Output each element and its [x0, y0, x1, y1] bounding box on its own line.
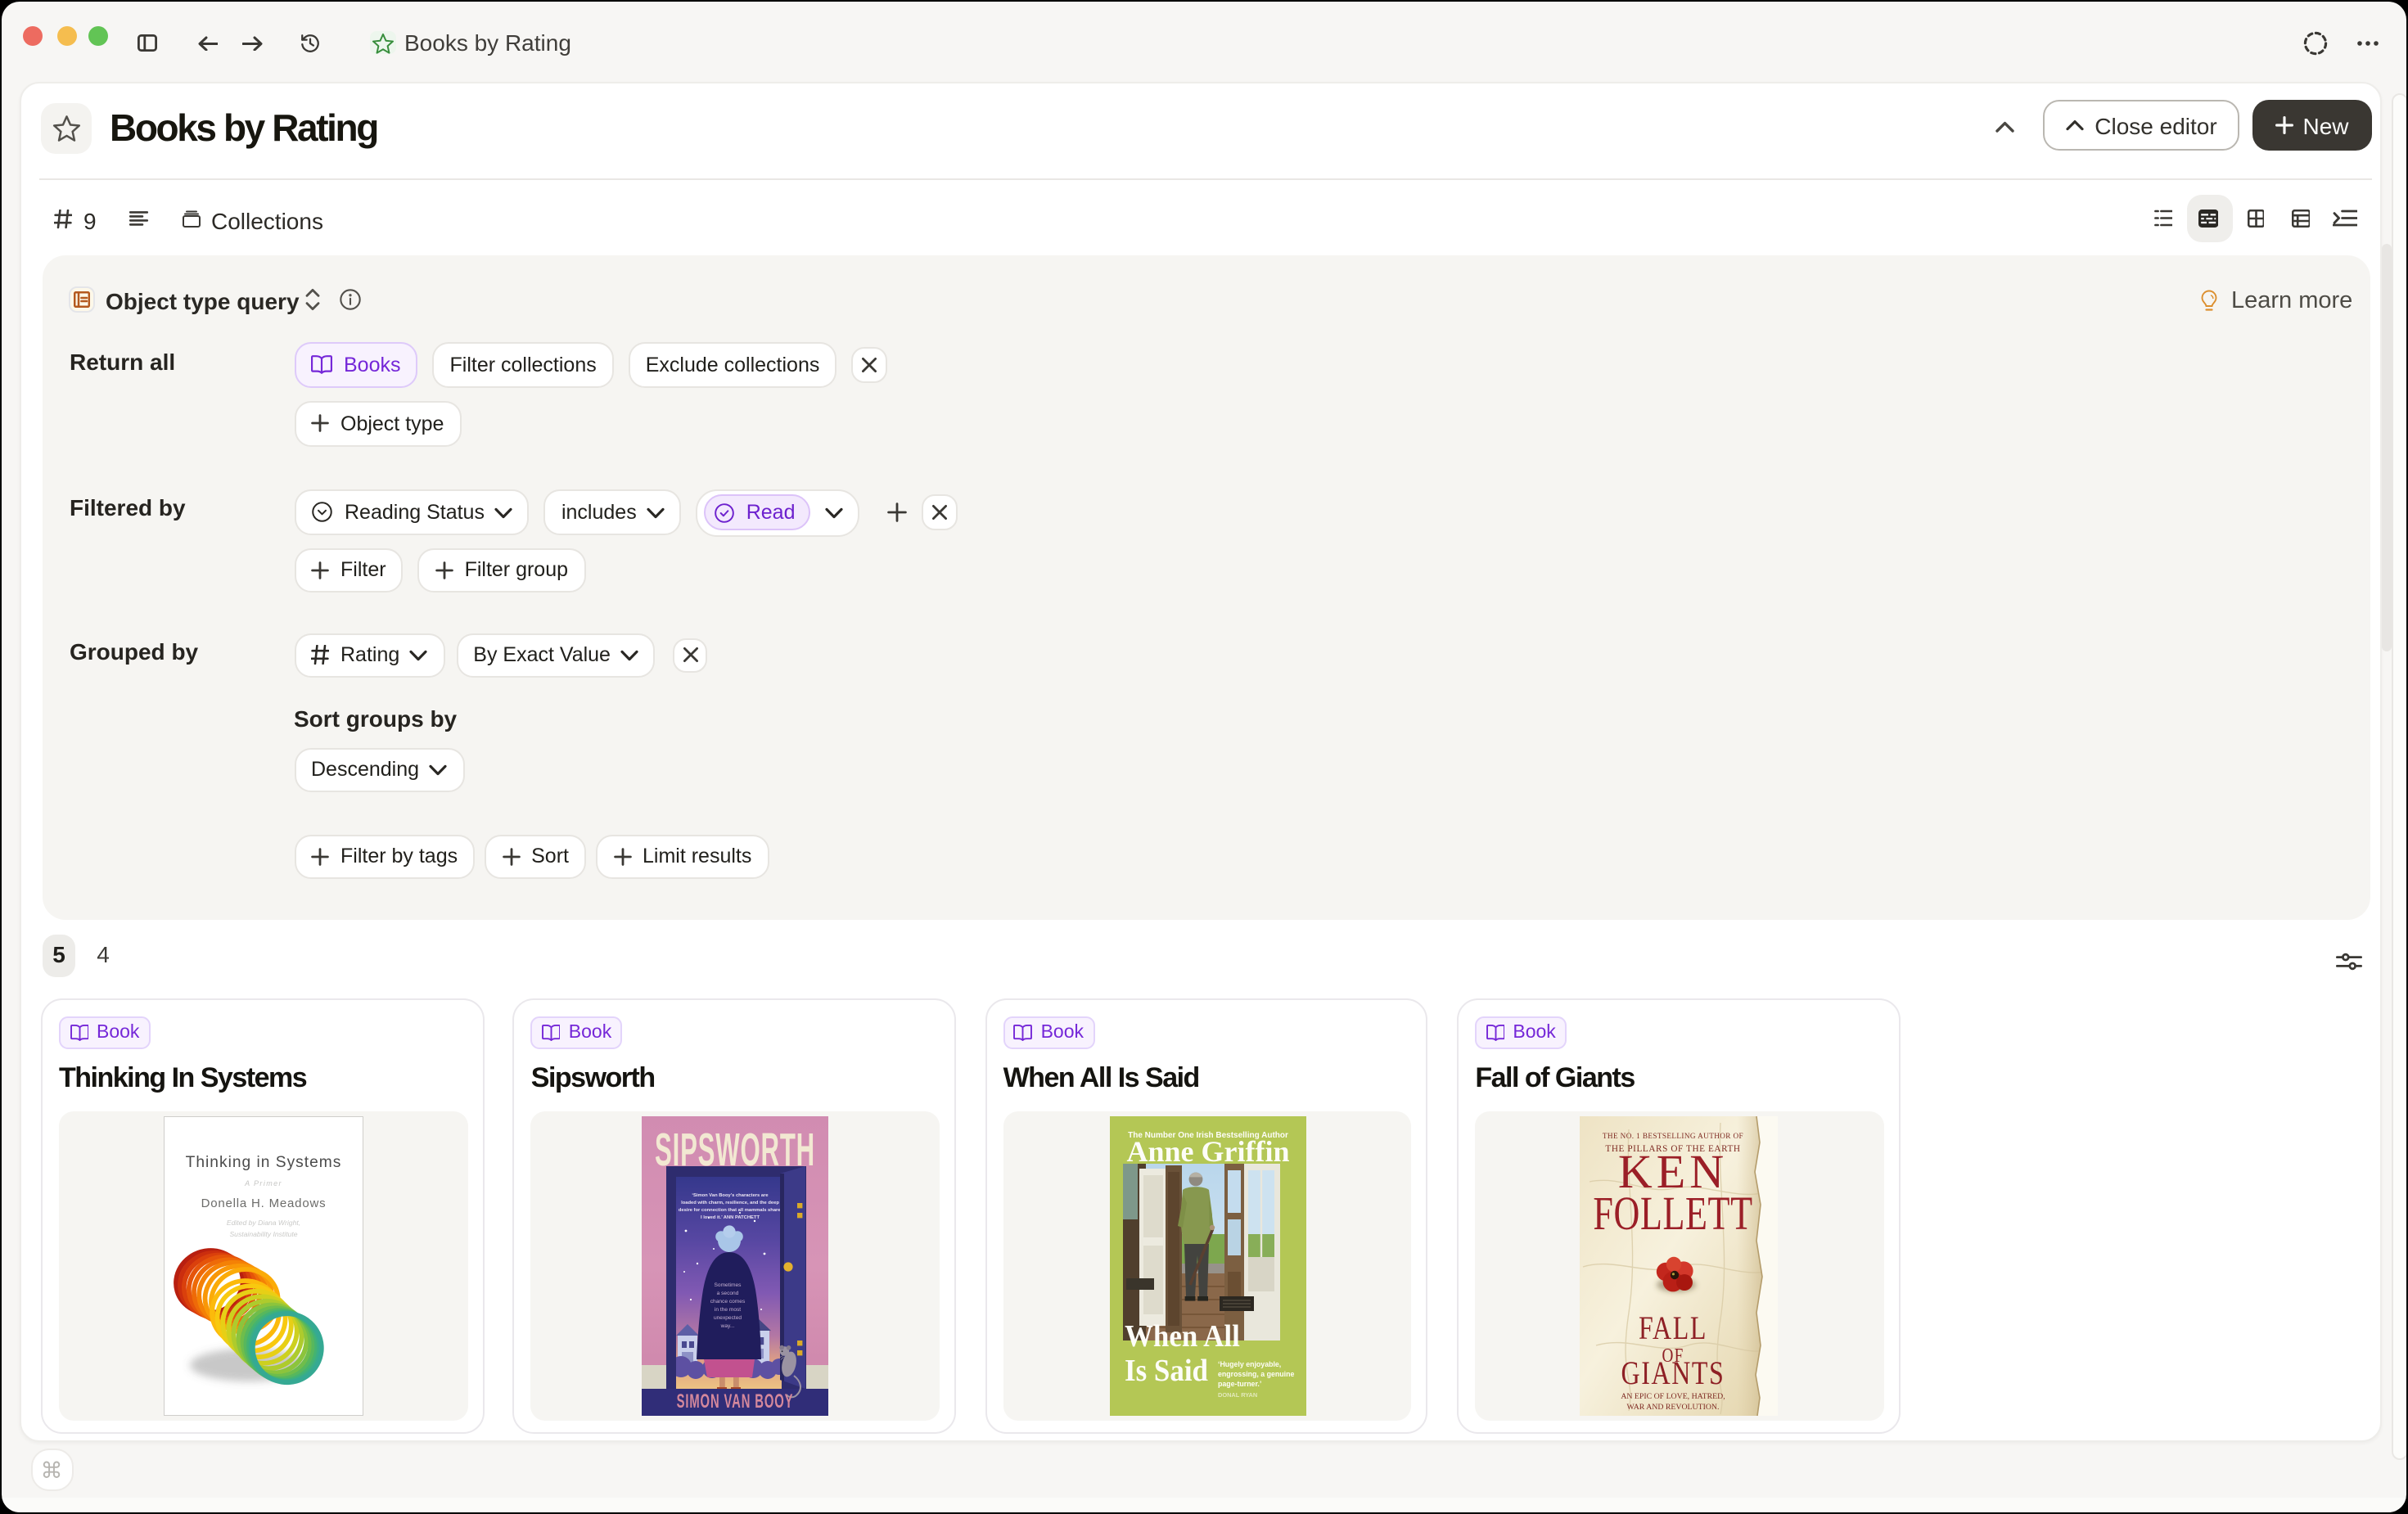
svg-text:GIANTS: GIANTS [1621, 1354, 1725, 1390]
svg-text:When All: When All [1124, 1318, 1239, 1353]
svg-text:unexpected: unexpected [714, 1315, 742, 1321]
svg-text:FALL: FALL [1639, 1309, 1708, 1345]
svg-text:loaded with charm, resilience,: loaded with charm, resilience, and the d… [681, 1201, 779, 1205]
svg-text:THE NO. 1 BESTSELLING AUTHOR O: THE NO. 1 BESTSELLING AUTHOR OF [1603, 1132, 1744, 1140]
svg-text:page-turner.’: page-turner.’ [1217, 1380, 1260, 1388]
svg-text:chance comes: chance comes [710, 1299, 746, 1304]
svg-text:I loved it.’ ANN PATCHETT: I loved it.’ ANN PATCHETT [701, 1215, 760, 1220]
svg-text:way...: way... [719, 1323, 734, 1329]
svg-text:Sustainability Institute: Sustainability Institute [229, 1230, 297, 1238]
svg-text:desire for connection that all: desire for connection that all mammals s… [679, 1208, 782, 1213]
svg-text:A Primer: A Primer [244, 1179, 282, 1187]
svg-text:engrossing, a genuine: engrossing, a genuine [1217, 1370, 1293, 1378]
svg-text:FOLLETT: FOLLETT [1594, 1187, 1753, 1240]
svg-text:WAR AND REVOLUTION.: WAR AND REVOLUTION. [1627, 1403, 1720, 1412]
svg-text:Edited by Diana Wright,: Edited by Diana Wright, [226, 1219, 300, 1227]
svg-text:a second: a second [716, 1291, 738, 1296]
svg-text:AN EPIC OF LOVE, HATRED,: AN EPIC OF LOVE, HATRED, [1621, 1392, 1725, 1401]
svg-text:DONAL RYAN: DONAL RYAN [1217, 1391, 1256, 1399]
svg-text:‘Simon Van Booy’s characters a: ‘Simon Van Booy’s characters are [692, 1193, 769, 1198]
svg-text:Donella H. Meadows: Donella H. Meadows [201, 1196, 326, 1210]
svg-text:SIMON VAN BOOY: SIMON VAN BOOY [676, 1390, 793, 1413]
svg-text:Sometimes: Sometimes [714, 1282, 742, 1288]
svg-text:in the most: in the most [715, 1307, 741, 1313]
svg-text:Thinking in Systems: Thinking in Systems [185, 1154, 341, 1171]
svg-text:Anne Griffin: Anne Griffin [1126, 1135, 1289, 1168]
svg-text:Is Said: Is Said [1124, 1352, 1207, 1387]
svg-text:‘Hugely enjoyable,: ‘Hugely enjoyable, [1217, 1360, 1280, 1368]
